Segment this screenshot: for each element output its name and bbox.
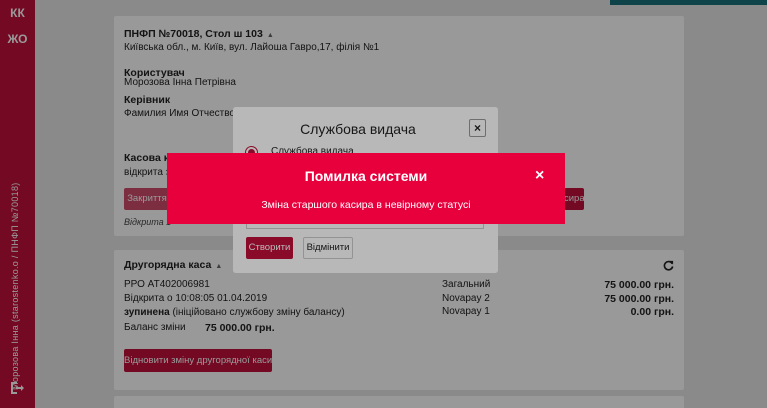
error-message: Зміна старшого касира в невірному статус… xyxy=(261,199,471,211)
close-icon[interactable]: × xyxy=(535,167,544,185)
system-error-alert: Помилка системи Зміна старшого касира в … xyxy=(167,153,565,224)
error-title: Помилка системи xyxy=(304,168,428,184)
